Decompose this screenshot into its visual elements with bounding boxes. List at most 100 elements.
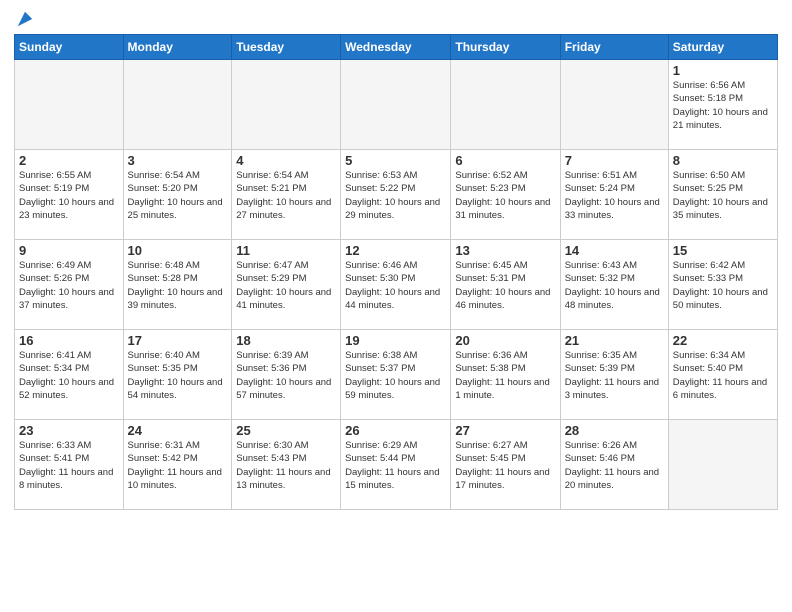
calendar-cell: [560, 60, 668, 150]
calendar-cell: 21Sunrise: 6:35 AM Sunset: 5:39 PM Dayli…: [560, 330, 668, 420]
day-number: 4: [236, 153, 336, 168]
calendar-week-row: 2Sunrise: 6:55 AM Sunset: 5:19 PM Daylig…: [15, 150, 778, 240]
day-number: 25: [236, 423, 336, 438]
day-number: 16: [19, 333, 119, 348]
day-number: 10: [128, 243, 228, 258]
weekday-header-row: SundayMondayTuesdayWednesdayThursdayFrid…: [15, 35, 778, 60]
day-number: 17: [128, 333, 228, 348]
calendar-cell: 4Sunrise: 6:54 AM Sunset: 5:21 PM Daylig…: [232, 150, 341, 240]
day-number: 27: [455, 423, 555, 438]
day-info: Sunrise: 6:31 AM Sunset: 5:42 PM Dayligh…: [128, 439, 228, 492]
day-info: Sunrise: 6:45 AM Sunset: 5:31 PM Dayligh…: [455, 259, 555, 312]
day-info: Sunrise: 6:56 AM Sunset: 5:18 PM Dayligh…: [673, 79, 773, 132]
calendar-cell: 16Sunrise: 6:41 AM Sunset: 5:34 PM Dayli…: [15, 330, 124, 420]
calendar-cell: 9Sunrise: 6:49 AM Sunset: 5:26 PM Daylig…: [15, 240, 124, 330]
day-info: Sunrise: 6:39 AM Sunset: 5:36 PM Dayligh…: [236, 349, 336, 402]
calendar-cell: 25Sunrise: 6:30 AM Sunset: 5:43 PM Dayli…: [232, 420, 341, 510]
day-info: Sunrise: 6:55 AM Sunset: 5:19 PM Dayligh…: [19, 169, 119, 222]
calendar-week-row: 9Sunrise: 6:49 AM Sunset: 5:26 PM Daylig…: [15, 240, 778, 330]
calendar-cell: 18Sunrise: 6:39 AM Sunset: 5:36 PM Dayli…: [232, 330, 341, 420]
day-info: Sunrise: 6:43 AM Sunset: 5:32 PM Dayligh…: [565, 259, 664, 312]
calendar-cell: 22Sunrise: 6:34 AM Sunset: 5:40 PM Dayli…: [668, 330, 777, 420]
calendar-cell: 20Sunrise: 6:36 AM Sunset: 5:38 PM Dayli…: [451, 330, 560, 420]
calendar-cell: 15Sunrise: 6:42 AM Sunset: 5:33 PM Dayli…: [668, 240, 777, 330]
day-info: Sunrise: 6:34 AM Sunset: 5:40 PM Dayligh…: [673, 349, 773, 402]
day-info: Sunrise: 6:30 AM Sunset: 5:43 PM Dayligh…: [236, 439, 336, 492]
calendar-week-row: 23Sunrise: 6:33 AM Sunset: 5:41 PM Dayli…: [15, 420, 778, 510]
day-number: 3: [128, 153, 228, 168]
day-number: 23: [19, 423, 119, 438]
weekday-header-monday: Monday: [123, 35, 232, 60]
day-number: 6: [455, 153, 555, 168]
day-info: Sunrise: 6:38 AM Sunset: 5:37 PM Dayligh…: [345, 349, 446, 402]
calendar-cell: 11Sunrise: 6:47 AM Sunset: 5:29 PM Dayli…: [232, 240, 341, 330]
calendar-cell: 3Sunrise: 6:54 AM Sunset: 5:20 PM Daylig…: [123, 150, 232, 240]
day-info: Sunrise: 6:53 AM Sunset: 5:22 PM Dayligh…: [345, 169, 446, 222]
day-number: 11: [236, 243, 336, 258]
calendar-cell: 5Sunrise: 6:53 AM Sunset: 5:22 PM Daylig…: [341, 150, 451, 240]
day-number: 12: [345, 243, 446, 258]
day-info: Sunrise: 6:51 AM Sunset: 5:24 PM Dayligh…: [565, 169, 664, 222]
day-number: 14: [565, 243, 664, 258]
calendar-cell: 23Sunrise: 6:33 AM Sunset: 5:41 PM Dayli…: [15, 420, 124, 510]
day-info: Sunrise: 6:40 AM Sunset: 5:35 PM Dayligh…: [128, 349, 228, 402]
day-number: 15: [673, 243, 773, 258]
day-number: 2: [19, 153, 119, 168]
calendar-cell: 19Sunrise: 6:38 AM Sunset: 5:37 PM Dayli…: [341, 330, 451, 420]
day-number: 26: [345, 423, 446, 438]
calendar-cell: 2Sunrise: 6:55 AM Sunset: 5:19 PM Daylig…: [15, 150, 124, 240]
day-info: Sunrise: 6:52 AM Sunset: 5:23 PM Dayligh…: [455, 169, 555, 222]
day-info: Sunrise: 6:49 AM Sunset: 5:26 PM Dayligh…: [19, 259, 119, 312]
weekday-header-sunday: Sunday: [15, 35, 124, 60]
logo: [14, 14, 34, 28]
day-number: 21: [565, 333, 664, 348]
day-info: Sunrise: 6:33 AM Sunset: 5:41 PM Dayligh…: [19, 439, 119, 492]
calendar-cell: 10Sunrise: 6:48 AM Sunset: 5:28 PM Dayli…: [123, 240, 232, 330]
header: [14, 10, 778, 28]
day-info: Sunrise: 6:27 AM Sunset: 5:45 PM Dayligh…: [455, 439, 555, 492]
calendar-cell: 12Sunrise: 6:46 AM Sunset: 5:30 PM Dayli…: [341, 240, 451, 330]
calendar-cell: [341, 60, 451, 150]
day-number: 5: [345, 153, 446, 168]
calendar-cell: [451, 60, 560, 150]
day-info: Sunrise: 6:26 AM Sunset: 5:46 PM Dayligh…: [565, 439, 664, 492]
day-info: Sunrise: 6:36 AM Sunset: 5:38 PM Dayligh…: [455, 349, 555, 402]
day-info: Sunrise: 6:35 AM Sunset: 5:39 PM Dayligh…: [565, 349, 664, 402]
calendar-cell: 24Sunrise: 6:31 AM Sunset: 5:42 PM Dayli…: [123, 420, 232, 510]
weekday-header-tuesday: Tuesday: [232, 35, 341, 60]
calendar-cell: 28Sunrise: 6:26 AM Sunset: 5:46 PM Dayli…: [560, 420, 668, 510]
calendar-cell: 8Sunrise: 6:50 AM Sunset: 5:25 PM Daylig…: [668, 150, 777, 240]
day-number: 7: [565, 153, 664, 168]
calendar-cell: [123, 60, 232, 150]
day-info: Sunrise: 6:54 AM Sunset: 5:20 PM Dayligh…: [128, 169, 228, 222]
calendar-cell: 7Sunrise: 6:51 AM Sunset: 5:24 PM Daylig…: [560, 150, 668, 240]
day-info: Sunrise: 6:46 AM Sunset: 5:30 PM Dayligh…: [345, 259, 446, 312]
day-number: 9: [19, 243, 119, 258]
weekday-header-friday: Friday: [560, 35, 668, 60]
calendar-cell: 17Sunrise: 6:40 AM Sunset: 5:35 PM Dayli…: [123, 330, 232, 420]
day-info: Sunrise: 6:29 AM Sunset: 5:44 PM Dayligh…: [345, 439, 446, 492]
calendar-week-row: 1Sunrise: 6:56 AM Sunset: 5:18 PM Daylig…: [15, 60, 778, 150]
weekday-header-wednesday: Wednesday: [341, 35, 451, 60]
calendar-cell: 1Sunrise: 6:56 AM Sunset: 5:18 PM Daylig…: [668, 60, 777, 150]
day-info: Sunrise: 6:41 AM Sunset: 5:34 PM Dayligh…: [19, 349, 119, 402]
day-number: 1: [673, 63, 773, 78]
day-number: 22: [673, 333, 773, 348]
calendar-cell: 6Sunrise: 6:52 AM Sunset: 5:23 PM Daylig…: [451, 150, 560, 240]
day-number: 20: [455, 333, 555, 348]
calendar-cell: 14Sunrise: 6:43 AM Sunset: 5:32 PM Dayli…: [560, 240, 668, 330]
day-number: 13: [455, 243, 555, 258]
day-number: 8: [673, 153, 773, 168]
calendar-cell: [232, 60, 341, 150]
day-number: 19: [345, 333, 446, 348]
day-info: Sunrise: 6:54 AM Sunset: 5:21 PM Dayligh…: [236, 169, 336, 222]
weekday-header-thursday: Thursday: [451, 35, 560, 60]
day-info: Sunrise: 6:42 AM Sunset: 5:33 PM Dayligh…: [673, 259, 773, 312]
page: SundayMondayTuesdayWednesdayThursdayFrid…: [0, 0, 792, 612]
day-info: Sunrise: 6:48 AM Sunset: 5:28 PM Dayligh…: [128, 259, 228, 312]
calendar-cell: 13Sunrise: 6:45 AM Sunset: 5:31 PM Dayli…: [451, 240, 560, 330]
day-info: Sunrise: 6:47 AM Sunset: 5:29 PM Dayligh…: [236, 259, 336, 312]
day-info: Sunrise: 6:50 AM Sunset: 5:25 PM Dayligh…: [673, 169, 773, 222]
logo-icon: [16, 10, 34, 28]
calendar-cell: [15, 60, 124, 150]
